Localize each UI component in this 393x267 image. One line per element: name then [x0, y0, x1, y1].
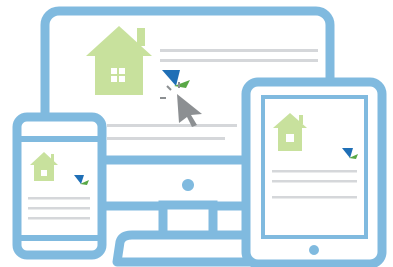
phone [12, 112, 107, 260]
tablet-home-button [309, 245, 319, 255]
tablet [241, 77, 387, 267]
responsive-devices-illustration [0, 0, 393, 267]
monitor-base [112, 230, 264, 267]
tablet-screen [261, 95, 368, 239]
monitor-power-button [182, 179, 194, 191]
